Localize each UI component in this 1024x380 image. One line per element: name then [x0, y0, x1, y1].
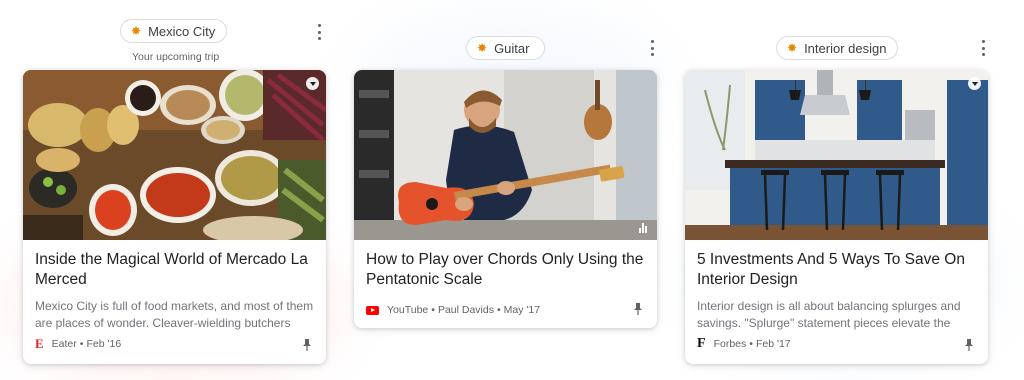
stats-icon — [639, 223, 649, 233]
article-title[interactable]: How to Play over Chords Only Using the P… — [366, 250, 645, 290]
article-title[interactable]: 5 Investments And 5 Ways To Save On Inte… — [697, 250, 976, 290]
article-date: May '17 — [503, 304, 541, 316]
feed-column-mexico-city: ✸ Mexico City Your upcoming trip Inside … — [23, 0, 329, 380]
article-card-interior[interactable]: 5 Investments And 5 Ways To Save On Inte… — [685, 70, 988, 364]
article-date: Feb '16 — [86, 338, 122, 350]
meta-separator: • — [496, 304, 501, 316]
topic-chip-mexico-city[interactable]: ✸ Mexico City — [120, 19, 227, 43]
article-meta: YouTube • Paul Davids • May '17 — [366, 304, 540, 316]
topic-chip-label: Interior design — [804, 40, 887, 56]
article-source: YouTube — [387, 304, 429, 316]
feed-column-interior-design: ✸ Interior design 5 Investments And 5 Wa… — [685, 0, 991, 380]
article-source: Eater — [51, 338, 77, 350]
more-options-icon[interactable] — [647, 40, 657, 56]
topic-chip-label: Mexico City — [148, 23, 216, 39]
article-author: Paul Davids — [437, 304, 494, 316]
feed-column-guitar: ✸ Guitar How to Play over Chords Only Us… — [354, 0, 660, 380]
sparkle-icon: ✸ — [787, 41, 798, 55]
article-snippet: Interior design is all about balancing s… — [697, 299, 961, 330]
video-thumbnail-guitar — [354, 70, 657, 240]
forbes-logo-icon: F — [697, 336, 706, 351]
pin-icon[interactable] — [633, 302, 643, 316]
article-title[interactable]: Inside the Magical World of Mercado La M… — [35, 250, 314, 290]
article-snippet: Mexico City is full of food markets, and… — [35, 299, 314, 330]
topic-chip-interior-design[interactable]: ✸ Interior design — [776, 36, 898, 60]
article-card-mercado[interactable]: Inside the Magical World of Mercado La M… — [23, 70, 326, 364]
eater-logo-icon: E — [35, 336, 44, 351]
article-date: Feb '17 — [755, 338, 791, 350]
save-offline-icon[interactable] — [968, 77, 981, 90]
topic-subtitle: Your upcoming trip — [132, 51, 220, 63]
article-source: Forbes — [713, 338, 747, 350]
pin-icon[interactable] — [964, 338, 974, 352]
meta-separator: • — [79, 338, 84, 350]
pin-icon[interactable] — [302, 338, 312, 352]
article-meta: F Forbes • Feb '17 — [697, 336, 791, 352]
topic-chip-guitar[interactable]: ✸ Guitar — [466, 36, 545, 60]
article-card-guitar-video[interactable]: How to Play over Chords Only Using the P… — [354, 70, 657, 328]
meta-separator: • — [749, 338, 753, 350]
youtube-logo-icon — [366, 305, 379, 315]
article-meta: E Eater • Feb '16 — [35, 336, 121, 352]
more-options-icon[interactable] — [978, 40, 988, 56]
save-offline-icon[interactable] — [306, 77, 319, 90]
sparkle-icon: ✸ — [131, 24, 142, 38]
sparkle-icon: ✸ — [477, 41, 488, 55]
topic-chip-label: Guitar — [494, 40, 530, 56]
article-thumbnail-kitchen — [685, 70, 988, 240]
meta-separator: • — [431, 304, 435, 316]
more-options-icon[interactable] — [314, 24, 324, 40]
article-thumbnail-market — [23, 70, 326, 240]
